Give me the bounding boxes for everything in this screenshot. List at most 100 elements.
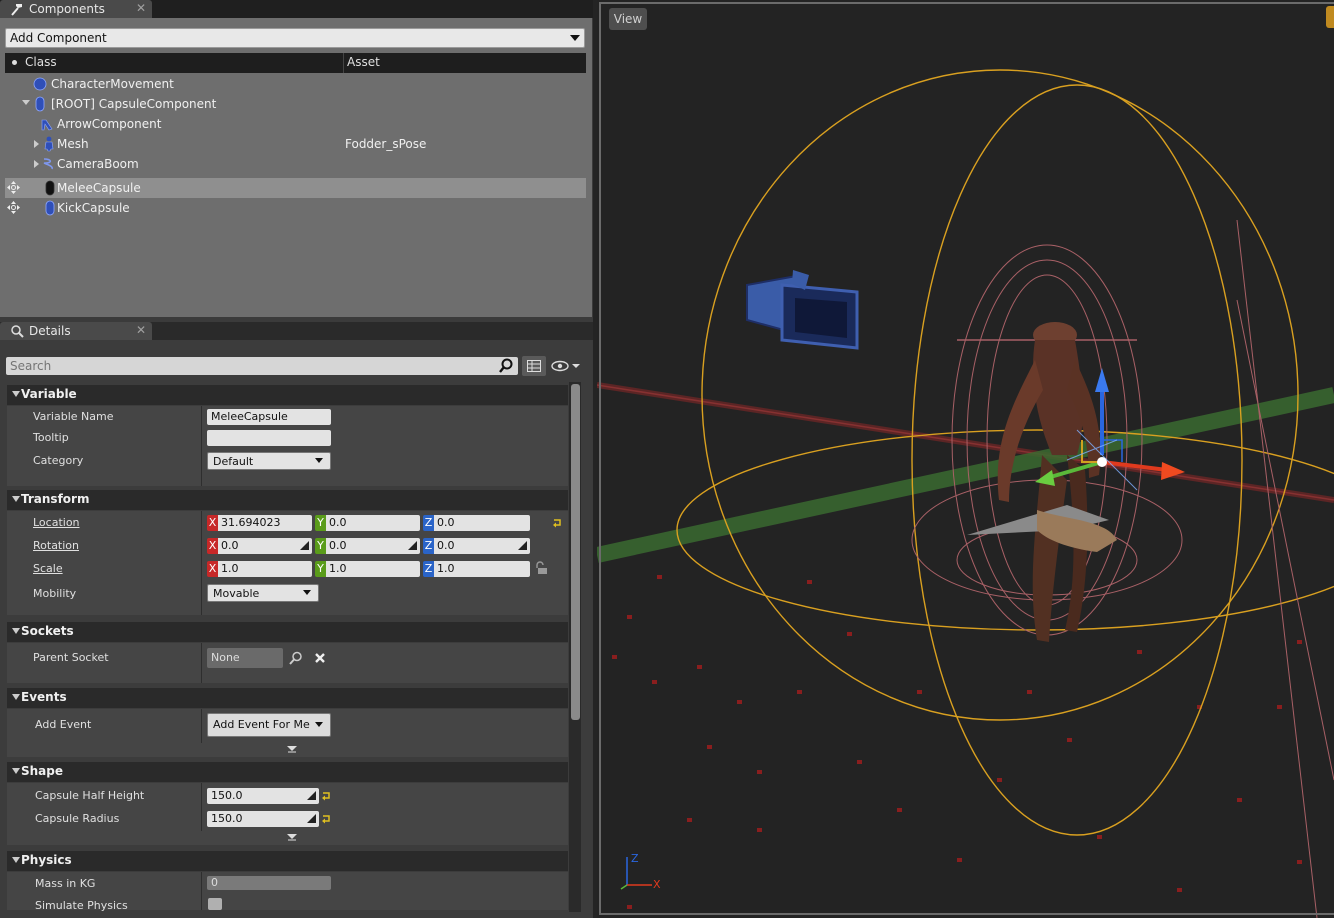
magnifier-icon — [10, 324, 24, 338]
capsule-radius-input[interactable]: 150.0 — [207, 811, 319, 827]
axis-x-label: X — [207, 561, 218, 577]
mass-input[interactable]: 0 — [207, 876, 331, 890]
rotation-y-input[interactable]: 0.0 — [326, 538, 420, 554]
move-handle-icon[interactable] — [7, 181, 20, 194]
scale-label[interactable]: Scale — [33, 562, 63, 575]
tree-item-mesh[interactable]: Mesh Fodder_sPose — [5, 134, 586, 154]
browse-search-icon[interactable] — [289, 651, 303, 665]
capsule-half-height-label: Capsule Half Height — [35, 789, 145, 802]
capsule-half-height-input[interactable]: 150.0 — [207, 788, 319, 804]
clear-icon[interactable] — [314, 652, 326, 664]
camera-component-icon — [746, 270, 859, 350]
column-divider[interactable] — [201, 872, 202, 910]
close-icon[interactable]: ✕ — [136, 1, 146, 15]
details-search-input[interactable] — [6, 357, 518, 375]
expand-arrow-icon[interactable] — [34, 160, 39, 168]
tree-item-cameraboom[interactable]: CameraBoom — [5, 154, 586, 174]
visibility-eye-icon[interactable] — [551, 358, 581, 374]
location-label[interactable]: Location — [33, 516, 80, 529]
scale-y-input[interactable]: 1.0 — [326, 561, 420, 577]
chevron-down-icon — [570, 35, 580, 41]
mobility-value: Movable — [213, 587, 260, 600]
simulate-physics-label: Simulate Physics — [35, 899, 128, 912]
category-label: Category — [33, 454, 84, 467]
section-variable[interactable]: Variable — [7, 385, 568, 405]
rotation-z-input[interactable]: 0.0 — [434, 538, 530, 554]
view-mode-button[interactable]: View — [609, 8, 647, 30]
arrow-component-icon — [41, 119, 53, 131]
expand-arrow-icon[interactable] — [34, 140, 39, 148]
axis-z-indicator-label: Z — [631, 852, 639, 865]
tree-item-label: MeleeCapsule — [57, 181, 141, 195]
viewport-toolbar-edge[interactable] — [1326, 6, 1334, 28]
advanced-expand-icon[interactable] — [287, 834, 297, 842]
events-body: Add Event Add Event For Melee — [7, 709, 568, 757]
tooltip-label: Tooltip — [33, 431, 69, 444]
viewport-scene[interactable]: Z X — [597, 0, 1334, 918]
advanced-expand-icon[interactable] — [287, 746, 297, 754]
parent-socket-field[interactable]: None — [207, 648, 283, 668]
location-z-input[interactable]: 0.0 — [434, 515, 530, 531]
hammer-icon — [10, 2, 24, 16]
section-title: Variable — [21, 387, 77, 401]
details-scrollbar-thumb[interactable] — [571, 384, 580, 720]
variable-name-input[interactable]: MeleeCapsule — [207, 409, 331, 425]
y-axis-line — [597, 387, 1334, 563]
lock-icon[interactable] — [534, 561, 548, 575]
scale-z-input[interactable]: 1.0 — [434, 561, 530, 577]
rotation-x-input[interactable]: 0.0 — [218, 538, 312, 554]
move-handle-icon[interactable] — [7, 201, 20, 214]
variable-name-label: Variable Name — [33, 410, 114, 423]
column-asset[interactable]: Asset — [347, 55, 380, 69]
property-matrix-button[interactable] — [522, 356, 546, 376]
tree-item-kickcapsule[interactable]: KickCapsule — [5, 198, 586, 218]
column-divider[interactable] — [201, 709, 202, 743]
mobility-dropdown[interactable]: Movable — [207, 584, 319, 602]
simulate-physics-checkbox[interactable] — [208, 898, 222, 910]
tree-item-meleecapsule[interactable]: MeleeCapsule — [5, 178, 586, 198]
column-divider[interactable] — [201, 783, 202, 831]
add-component-label: Add Component — [10, 31, 107, 45]
column-divider[interactable] — [343, 53, 344, 73]
category-dropdown[interactable]: Default — [207, 452, 331, 470]
chevron-down-icon — [310, 454, 328, 468]
tree-item-charactermovement[interactable]: CharacterMovement — [5, 74, 586, 94]
axis-x-label: X — [207, 515, 218, 531]
collapse-arrow-icon[interactable] — [22, 100, 30, 105]
location-x-input[interactable]: 31.694023 — [218, 515, 312, 531]
reset-to-default-icon[interactable] — [552, 518, 562, 528]
resize-spin-icon — [307, 791, 316, 800]
components-tabbar: Components ✕ — [0, 0, 593, 18]
section-physics[interactable]: Physics — [7, 851, 568, 871]
parent-socket-label: Parent Socket — [33, 651, 109, 664]
tree-item-capsulecomponent[interactable]: [ROOT] CapsuleComponent — [5, 94, 586, 114]
capsule-icon — [45, 200, 55, 216]
search-icon[interactable] — [498, 358, 514, 374]
components-tab[interactable]: Components ✕ — [0, 0, 152, 18]
scale-x-input[interactable]: 1.0 — [218, 561, 312, 577]
column-class[interactable]: Class — [25, 55, 57, 69]
reset-to-default-icon[interactable] — [321, 791, 331, 801]
column-divider[interactable] — [201, 406, 202, 486]
movement-sphere-icon — [33, 77, 47, 91]
details-tab[interactable]: Details ✕ — [0, 322, 152, 340]
section-events[interactable]: Events — [7, 688, 568, 708]
component-tree-header: Class Asset — [5, 53, 586, 73]
floor-grid — [612, 575, 1302, 909]
tree-item-arrowcomponent[interactable]: ArrowComponent — [5, 114, 586, 134]
rotation-label[interactable]: Rotation — [33, 539, 79, 552]
capsule-half-height-value: 150.0 — [211, 789, 243, 802]
physics-body: Mass in KG 0 Simulate Physics — [7, 872, 568, 912]
close-icon[interactable]: ✕ — [136, 323, 146, 337]
axis-z-label: Z — [423, 561, 434, 577]
add-event-dropdown[interactable]: Add Event For Melee — [207, 713, 331, 737]
tooltip-input[interactable] — [207, 430, 331, 446]
section-shape[interactable]: Shape — [7, 762, 568, 782]
section-sockets[interactable]: Sockets — [7, 622, 568, 642]
add-component-dropdown[interactable]: Add Component — [5, 28, 585, 48]
location-y-input[interactable]: 0.0 — [326, 515, 420, 531]
column-divider[interactable] — [201, 511, 202, 615]
reset-to-default-icon[interactable] — [321, 814, 331, 824]
section-transform[interactable]: Transform — [7, 490, 568, 510]
column-divider[interactable] — [201, 643, 202, 683]
